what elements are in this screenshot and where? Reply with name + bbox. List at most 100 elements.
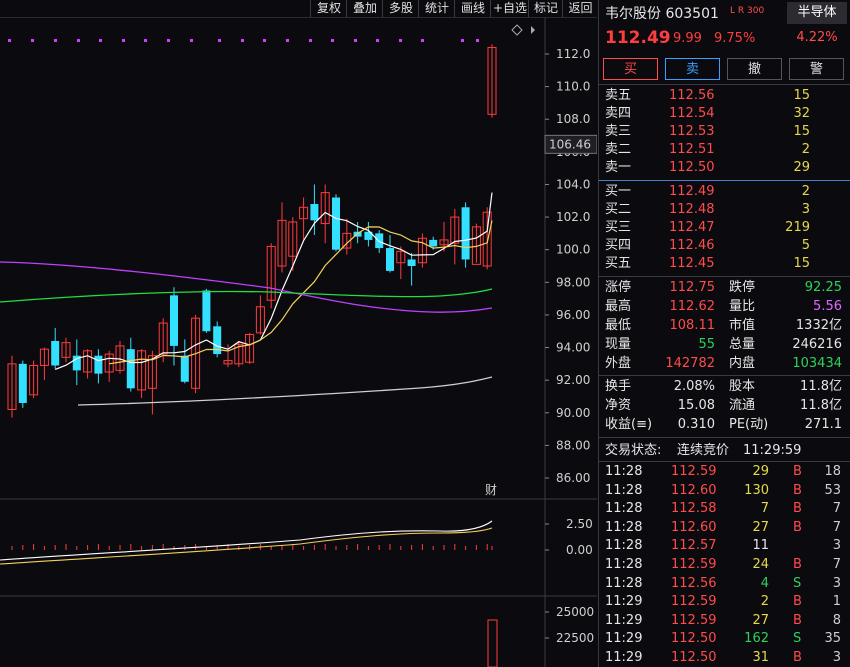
- stat-label: 最低: [605, 318, 632, 333]
- stat-value: 112.62: [669, 299, 716, 314]
- ask-row: 卖二 112.51 2: [605, 141, 845, 158]
- toolbar-item-2[interactable]: 多股: [382, 0, 419, 17]
- tick-row[interactable]: 11:29 112.50 162 S 35: [605, 630, 845, 647]
- price-axis-label: 100.0: [556, 243, 590, 257]
- bid-row: 买五 112.45 15: [605, 255, 845, 272]
- tick-price: 112.57: [671, 538, 717, 554]
- price-axis-label: 90.00: [556, 406, 590, 420]
- event-dot: [421, 39, 424, 42]
- tick-time: 11:29: [605, 650, 643, 665]
- ask-volume: 2: [801, 142, 810, 157]
- trade-status-value: 连续竞价: [677, 443, 730, 458]
- ask-label: 卖二: [605, 142, 632, 157]
- bid-volume: 3: [801, 202, 810, 217]
- tick-volume: 130: [744, 482, 769, 498]
- tick-row[interactable]: 11:28 112.59 24 B 7: [605, 556, 845, 573]
- quote-panel: 韦尔股份 603501 L R 300 半导体 4.22% 112.49 9.9…: [598, 0, 850, 667]
- toolbar-item-3[interactable]: 统计: [418, 0, 455, 17]
- stat-label: 现量: [605, 337, 632, 352]
- bid-price: 112.49: [669, 184, 715, 199]
- ask-price: 112.50: [669, 160, 715, 175]
- tick-price: 112.56: [671, 575, 717, 591]
- tick-time: 11:28: [605, 519, 643, 535]
- event-dot: [122, 39, 125, 42]
- tick-row[interactable]: 11:29 112.59 27 B 8: [605, 612, 845, 629]
- stat-value: 271.1: [804, 417, 842, 432]
- tick-volume: 2: [760, 594, 769, 610]
- tick-volume: 24: [752, 557, 769, 572]
- stat-label: 总量: [729, 337, 756, 352]
- tick-row[interactable]: 11:28 112.60 130 B 53: [605, 482, 845, 499]
- ask-price: 112.56: [669, 88, 715, 103]
- tick-volume: 11: [752, 538, 769, 554]
- event-dot: [354, 39, 357, 42]
- chart-options-icon: [511, 24, 523, 36]
- stats-row: 收益(≡) 0.310 PE(动) 271.1: [605, 416, 845, 433]
- stat-label: 涨停: [605, 280, 632, 295]
- sector-change: 4.22%: [796, 30, 838, 45]
- tick-row[interactable]: 11:28 112.58 7 B 7: [605, 500, 845, 517]
- event-dot: [99, 39, 102, 42]
- tick-price: 112.60: [671, 482, 717, 498]
- event-dot: [286, 39, 289, 42]
- event-dot: [476, 39, 479, 42]
- margin-label: L R: [730, 6, 745, 16]
- volume-axis-label: 22500: [556, 631, 594, 645]
- sell-button[interactable]: 卖: [665, 58, 720, 80]
- toolbar-item-4[interactable]: 画线: [454, 0, 491, 17]
- tick-price: 112.60: [671, 519, 717, 535]
- ask-label: 卖三: [605, 124, 632, 139]
- toolbar-item-1[interactable]: 叠加: [346, 0, 383, 17]
- price-axis-label: 110.0: [556, 80, 590, 94]
- tick-price: 112.50: [671, 631, 717, 647]
- bid-label: 买三: [605, 220, 632, 235]
- tick-time: 11:28: [605, 575, 643, 591]
- tick-row[interactable]: 11:28 112.59 29 B 18: [605, 463, 845, 480]
- tick-row[interactable]: 11:28 112.57 11 3: [605, 537, 845, 554]
- event-dot: [8, 39, 11, 42]
- tick-time: 11:29: [605, 631, 643, 647]
- tick-count: 7: [832, 557, 841, 572]
- ask-volume: 32: [793, 106, 810, 121]
- stats-row: 现量 55 总量 246216: [605, 336, 845, 353]
- toolbar-item-6[interactable]: 标记: [528, 0, 563, 17]
- buy-button[interactable]: 买: [603, 58, 658, 80]
- candle-body-down: [310, 204, 319, 221]
- stat-value: 5.56: [813, 299, 842, 314]
- kline-chart[interactable]: 112.0110.0108.0106.0104.0102.0100.098.00…: [0, 18, 597, 667]
- candle-body-down: [51, 341, 60, 366]
- toolbar-item-5[interactable]: +自选: [490, 0, 529, 17]
- tick-side: B: [793, 612, 802, 628]
- tick-time: 11:28: [605, 501, 643, 517]
- tick-row[interactable]: 11:29 112.50 31 B 3: [605, 649, 845, 666]
- tick-row[interactable]: 11:29 112.59 2 B 1: [605, 593, 845, 610]
- bid-price: 112.46: [669, 238, 715, 253]
- ask-volume: 15: [793, 124, 810, 139]
- bid-row: 买四 112.46 5: [605, 237, 845, 254]
- expand-icon: [531, 26, 535, 34]
- tick-count: 18: [824, 464, 841, 479]
- tick-row[interactable]: 11:28 112.60 27 B 7: [605, 519, 845, 536]
- tick-volume: 4: [760, 575, 769, 591]
- tick-volume: 31: [752, 650, 769, 665]
- tick-price: 112.58: [671, 501, 717, 517]
- price-axis-label: 108.0: [556, 112, 590, 126]
- cancel-order-button[interactable]: 撤: [727, 58, 782, 80]
- margin-sub: 300: [747, 6, 765, 16]
- stat-label: 净资: [605, 398, 632, 413]
- tick-count: 3: [832, 575, 841, 591]
- tick-row[interactable]: 11:28 112.56 4 S 3: [605, 575, 845, 592]
- ask-label: 卖一: [605, 160, 632, 175]
- price-axis-label: 94.00: [556, 341, 590, 355]
- event-dot: [376, 39, 379, 42]
- bid-volume: 2: [801, 184, 810, 199]
- stat-label: 量比: [729, 299, 756, 314]
- bid-label: 买一: [605, 184, 632, 199]
- toolbar-item-7[interactable]: 返回: [562, 0, 598, 17]
- kline-chart-area[interactable]: 112.0110.0108.0106.0104.0102.0100.098.00…: [0, 18, 597, 667]
- sector-button[interactable]: 半导体: [787, 2, 847, 24]
- toolbar-item-0[interactable]: 复权: [310, 0, 347, 17]
- event-dot: [399, 39, 402, 42]
- alert-button[interactable]: 警: [789, 58, 844, 80]
- tick-side: S: [793, 575, 802, 591]
